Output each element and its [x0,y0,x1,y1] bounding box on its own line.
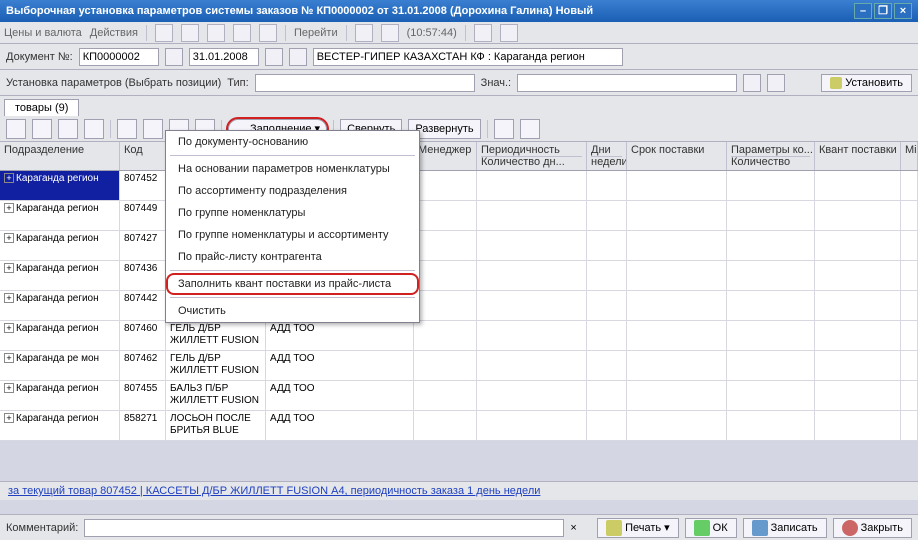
comment-label: Комментарий: [6,522,78,534]
menu-goto[interactable]: Перейти [294,27,338,39]
current-item-link[interactable]: за текущий товар 807452 | КАССЕТЫ Д/БР Ж… [8,485,540,497]
footer-link-row: за текущий товар 807452 | КАССЕТЫ Д/БР Ж… [0,481,918,500]
menu-prices[interactable]: Цены и валюта [4,27,82,39]
params-label: Установка параметров (Выбрать позиции) [6,77,221,89]
tab-tovary[interactable]: товары (9) [4,99,79,116]
grid-icon[interactable] [520,119,540,139]
dd-by-assort[interactable]: По ассортименту подразделения [166,180,419,202]
save-button[interactable]: Записать [743,518,827,538]
form-row-params: Установка параметров (Выбрать позиции) Т… [0,70,918,96]
col-kod[interactable]: Код [120,142,166,170]
disk-icon [752,520,768,536]
toolbar-icon[interactable] [259,24,277,42]
ok-button[interactable]: ОК [685,518,737,538]
grid-icon[interactable] [494,119,514,139]
grid-icon[interactable] [143,119,163,139]
select-icon[interactable] [743,74,761,92]
close-icon [842,520,858,536]
form-row-doc: Документ №: [0,44,918,70]
zn-input[interactable] [517,74,737,92]
toolbar-icon[interactable] [381,24,399,42]
toolbar-icon[interactable] [233,24,251,42]
col-podr[interactable]: Подразделение [0,142,120,170]
fill-dropdown-menu: По документу-основанию На основании пара… [165,130,420,323]
dd-by-nomparams[interactable]: На основании параметров номенклатуры [166,158,419,180]
clear-icon[interactable] [767,74,785,92]
grid-header: Подразделение Код Номенклатура Менеджер … [0,142,918,171]
close-button[interactable]: × [894,3,912,19]
doc-label: Документ №: [6,51,73,63]
printer-icon [606,520,622,536]
chevron-down-icon: ▾ [664,521,670,534]
grid-toolbar: Заполнение ▾ Свернуть Развернуть [0,116,918,142]
doc-number-input[interactable] [79,48,159,66]
col-dni[interactable]: Дни недели [587,142,627,170]
table-row[interactable]: +Караганда регион807455БАЛЬЗ П/БР ЖИЛЛЕТ… [0,381,918,411]
menu-actions[interactable]: Действия [90,27,138,39]
date-input[interactable] [189,48,259,66]
titlebar: Выборочная установка параметров системы … [0,0,918,22]
dd-fill-kvant[interactable]: Заполнить квант поставки из прайс-листа [166,273,419,295]
fill-all-button[interactable]: Установить [821,74,912,92]
table-row[interactable]: +Караганда регион858271ЛОСЬОН ПОСЛЕ БРИТ… [0,411,918,441]
table-row[interactable]: +Караганда ре мон807462ГЕЛЬ Д/БР ЖИЛЛЕТТ… [0,351,918,381]
print-button[interactable]: Печать ▾ [597,518,679,538]
calendar-icon[interactable] [265,48,283,66]
maximize-button[interactable]: ❐ [874,3,892,19]
grid-icon[interactable] [84,119,104,139]
check-icon [694,520,710,536]
col-per[interactable]: Периодичность Количество дн... [477,142,587,170]
grid-icon[interactable] [58,119,78,139]
grid-icon[interactable] [32,119,52,139]
col-kvant[interactable]: Квант поставки [815,142,901,170]
org-input[interactable] [313,48,623,66]
table-row[interactable]: +Караганда регион807442 [0,291,918,321]
table-row[interactable]: +Караганда регион807460ГЕЛЬ Д/БР ЖИЛЛЕТТ… [0,321,918,351]
table-row[interactable]: +Караганда регион807436 [0,261,918,291]
col-mgr[interactable]: Менеджер [414,142,477,170]
dd-by-doc[interactable]: По документу-основанию [166,131,419,153]
menu-time[interactable]: (10:57:44) [407,27,457,39]
col-mi[interactable]: Mi [901,142,918,170]
dd-clear[interactable]: Очистить [166,300,419,322]
dd-by-group-assort[interactable]: По группе номенклатуры и ассортименту [166,224,419,246]
minimize-button[interactable]: – [854,3,872,19]
zn-label: Знач.: [481,77,511,89]
data-grid: Подразделение Код Номенклатура Менеджер … [0,142,918,441]
wand-icon [830,77,842,89]
clear-icon[interactable]: × [570,522,576,534]
toolbar-icon[interactable] [355,24,373,42]
table-row[interactable]: +Караганда регион807449 [0,201,918,231]
toolbar-icon[interactable] [155,24,173,42]
grid-body: +Караганда регион807452+Караганда регион… [0,171,918,441]
tip-input[interactable] [255,74,475,92]
toolbar-icon[interactable] [474,24,492,42]
close-button[interactable]: Закрыть [833,518,912,538]
dd-by-group[interactable]: По группе номенклатуры [166,202,419,224]
calendar-icon[interactable] [165,48,183,66]
tip-label: Тип: [227,77,248,89]
toolbar-icon[interactable] [500,24,518,42]
grid-icon[interactable] [117,119,137,139]
menubar: Цены и валюта Действия Перейти (10:57:44… [0,22,918,44]
table-row[interactable]: +Караганда регион807427 [0,231,918,261]
tabbar: товары (9) [0,96,918,116]
col-srok[interactable]: Срок поставки [627,142,727,170]
table-row[interactable]: +Караганда регион807452 [0,171,918,201]
grid-icon[interactable] [6,119,26,139]
toolbar-icon[interactable] [207,24,225,42]
dd-by-pricelist[interactable]: По прайс-листу контрагента [166,246,419,268]
window-title: Выборочная установка параметров системы … [6,5,593,17]
bottom-bar: Комментарий: × Печать ▾ ОК Записать Закр… [0,514,918,540]
org-icon[interactable] [289,48,307,66]
comment-input[interactable] [84,519,564,537]
toolbar-icon[interactable] [181,24,199,42]
col-par[interactable]: Параметры ко... Количество [727,142,815,170]
